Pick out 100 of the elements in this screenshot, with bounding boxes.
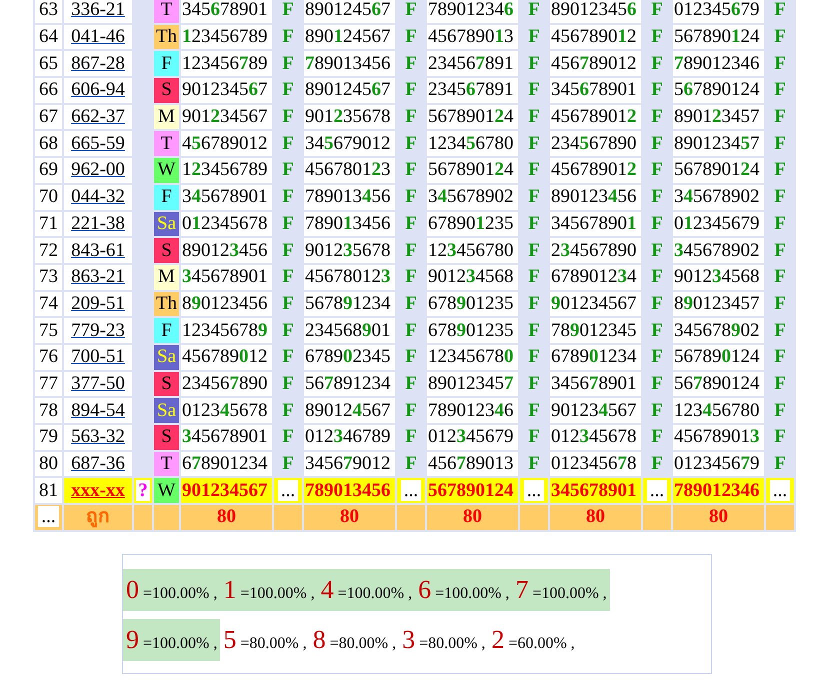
number-cell: 567890124: [427, 104, 518, 130]
number-cell: 234567891: [427, 51, 518, 76]
result-mark: F: [650, 265, 664, 290]
number-cell: 890123456: [181, 238, 272, 263]
day-badge: Sa: [154, 344, 179, 370]
number-cell: 345678902: [427, 184, 518, 210]
row-number: 76: [35, 344, 62, 370]
percent-stat: 6=100.00% ,: [415, 568, 512, 611]
result-mark: F: [773, 398, 787, 423]
number-cell: 012345678: [550, 425, 641, 450]
number-cell: 789012346: [427, 398, 518, 423]
number-cell: 234567890: [550, 131, 641, 156]
percent-stat: 7=100.00% ,: [512, 568, 610, 611]
result-mark: F: [404, 372, 418, 396]
question-mark: ?: [136, 480, 150, 501]
number-cell: 567891234: [304, 372, 395, 396]
result-mark: F: [527, 238, 541, 263]
result-mark: F: [650, 292, 664, 316]
result-mark: F: [404, 238, 418, 263]
number-cell: 901234568: [427, 264, 518, 290]
number-cell: 345678901: [550, 78, 641, 103]
day-badge: F: [154, 318, 179, 343]
count-cell: 80: [550, 505, 641, 530]
percent-stat: 5=80.00% ,: [222, 624, 308, 656]
result-mark: F: [281, 52, 295, 76]
number-cell: 890124567: [304, 24, 395, 50]
number-cell: 123456789: [181, 24, 272, 50]
result-mark: F: [773, 212, 787, 236]
result-mark: F: [281, 238, 295, 263]
row-number: 67: [35, 104, 62, 130]
row-number: 74: [35, 292, 62, 316]
result-mark: F: [527, 345, 541, 370]
row-number: 71: [35, 212, 62, 236]
result-mark: F: [773, 292, 787, 316]
number-cell: 012345678: [181, 212, 272, 236]
result-mark: F: [404, 345, 418, 370]
number-cell: 234567891: [427, 78, 518, 103]
percent-stat: 3=80.00% ,: [401, 624, 486, 656]
number-cell: 890123457: [427, 372, 518, 396]
result-mark: F: [404, 398, 418, 423]
ellipsis-text: ...: [646, 480, 668, 501]
result-mark: F: [773, 425, 787, 450]
number-cell: 890123457: [673, 131, 764, 156]
result-mark: F: [773, 25, 787, 50]
number-cell: 345678901: [181, 264, 272, 290]
result-mark: F: [404, 78, 418, 102]
result-mark: F: [281, 25, 295, 50]
result-mark: F: [281, 452, 295, 476]
result-mark: F: [281, 425, 295, 450]
number-cell: 678901235: [427, 212, 518, 236]
result-mark: F: [527, 185, 541, 210]
number-cell: 890123457: [673, 292, 764, 316]
result-mark: F: [773, 372, 787, 396]
number-cell: 345678901: [181, 425, 272, 450]
number-cell: 345678902: [673, 184, 764, 210]
number-cell: 890123456: [550, 184, 641, 210]
percent-stat: 0=100.00% ,: [123, 568, 220, 611]
result-mark: F: [404, 185, 418, 210]
percent-stat: 2=60.00% ,: [490, 624, 576, 656]
number-cell: 345679012: [304, 131, 395, 156]
result-mark: F: [281, 212, 295, 236]
row-number: 63: [35, 0, 62, 23]
number-cell: 123456789: [181, 158, 272, 183]
result-mark: F: [650, 105, 664, 130]
result-mark: F: [527, 452, 541, 476]
result-mark: F: [773, 158, 787, 182]
number-cell: 123456789: [181, 51, 272, 76]
number-cell: 901234567: [550, 292, 641, 316]
result-mark: F: [650, 25, 664, 50]
percent-stat: 8=80.00% ,: [312, 624, 398, 656]
number-cell: 890123457: [673, 104, 764, 130]
day-badge: S: [154, 238, 179, 263]
number-cell: 789013456: [304, 212, 395, 236]
day-badge: S: [154, 372, 179, 396]
result-mark: F: [281, 398, 295, 423]
result-mark: F: [650, 0, 664, 22]
number-cell: 456789012: [550, 158, 641, 183]
result-mark: F: [527, 212, 541, 236]
ellipsis-text: ...: [278, 480, 298, 501]
number-cell: 567890124: [673, 344, 764, 370]
number-cell: 456780123: [304, 264, 395, 290]
number-cell: 456780123: [304, 158, 395, 183]
result-mark: F: [650, 398, 664, 423]
row-number: 80: [35, 452, 62, 476]
result-mark: F: [773, 132, 787, 156]
result-mark: F: [281, 265, 295, 290]
result-mark: F: [773, 318, 787, 343]
number-cell: 012345678: [181, 398, 272, 423]
number-cell: 567890124: [673, 372, 764, 396]
result-mark: F: [773, 345, 787, 370]
count-cell: 80: [181, 505, 272, 530]
result-mark: F: [527, 318, 541, 343]
ellipsis-text: ...: [524, 480, 544, 501]
result-mark: F: [527, 265, 541, 290]
result-mark: F: [281, 78, 295, 102]
number-cell: 012345679: [673, 0, 764, 23]
count-cell: 80: [673, 505, 764, 530]
percent-stat: 4=100.00% ,: [318, 568, 416, 611]
result-mark: F: [650, 52, 664, 76]
result-mark: F: [281, 318, 295, 343]
